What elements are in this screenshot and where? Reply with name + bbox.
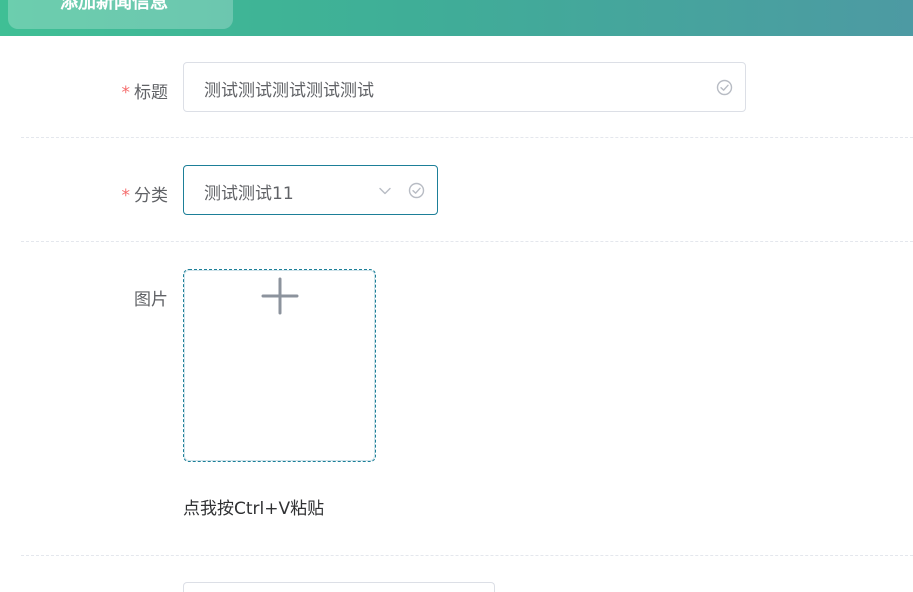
check-circle-icon xyxy=(716,79,733,96)
image-upload-box[interactable] xyxy=(183,269,376,462)
row-divider xyxy=(21,137,913,138)
category-select-value: 测试测试11 xyxy=(204,184,294,204)
required-mark: * xyxy=(121,83,131,103)
paste-hint[interactable]: 点我按Ctrl+V粘贴 xyxy=(183,494,324,519)
page-header: 添加新闻信息 xyxy=(0,0,913,36)
category-select[interactable]: 测试测试11 xyxy=(183,165,438,215)
row-divider xyxy=(21,241,913,242)
check-circle-icon xyxy=(408,182,425,199)
image-label: 图片 xyxy=(134,285,168,310)
title-label: * 标题 xyxy=(122,78,169,103)
category-label: * 分类 xyxy=(122,181,169,206)
plus-icon xyxy=(261,277,299,315)
image-label-text: 图片 xyxy=(134,290,168,310)
required-mark: * xyxy=(121,186,131,206)
category-label-text: 分类 xyxy=(134,186,168,206)
title-label-text: 标题 xyxy=(134,83,168,103)
title-input-value: 测试测试测试测试测试 xyxy=(204,81,374,101)
chevron-down-icon[interactable] xyxy=(378,184,392,198)
header-tab[interactable]: 添加新闻信息 xyxy=(8,0,233,29)
row-divider xyxy=(21,555,913,556)
title-input[interactable]: 测试测试测试测试测试 xyxy=(183,62,746,112)
